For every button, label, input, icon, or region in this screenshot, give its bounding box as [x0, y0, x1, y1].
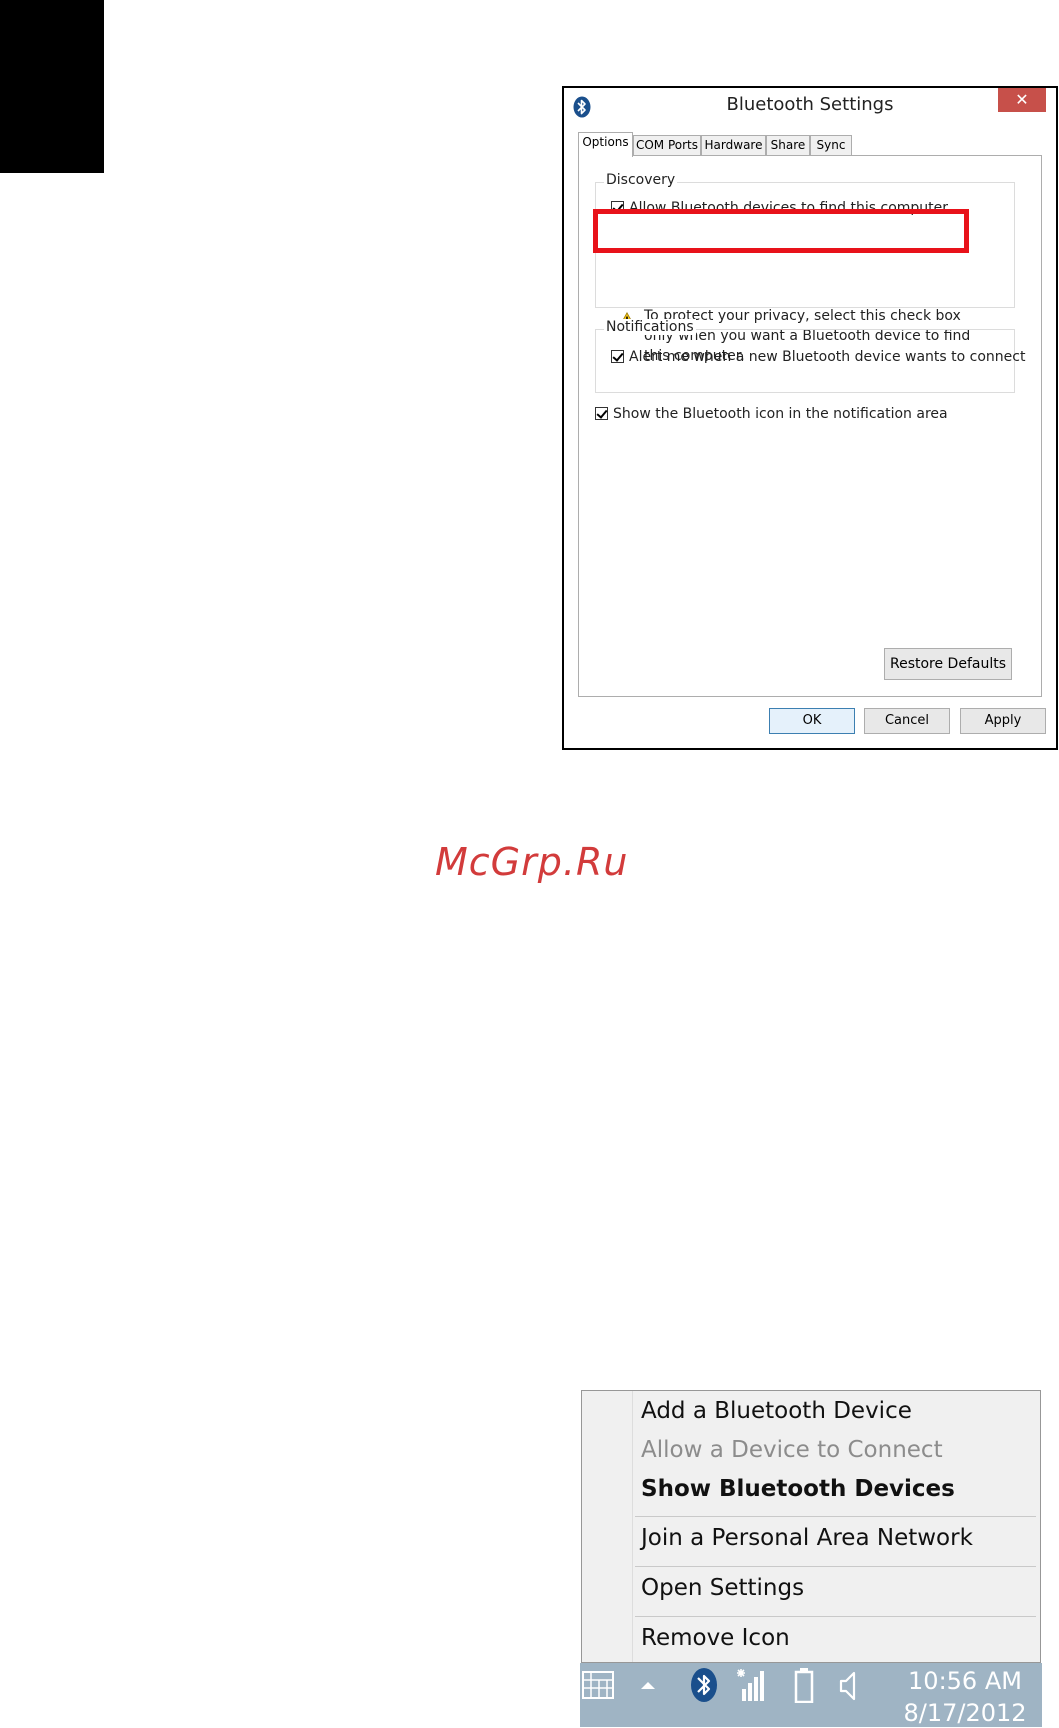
cancel-button[interactable]: Cancel — [864, 708, 950, 734]
menu-item-allow-connect: Allow a Device to Connect — [641, 1437, 943, 1463]
show-icon-checkbox[interactable] — [595, 407, 608, 420]
alert-row[interactable]: Alert me when a new Bluetooth device wan… — [611, 349, 1025, 365]
notifications-legend: Notifications — [604, 319, 696, 335]
discovery-legend: Discovery — [604, 172, 678, 188]
keyboard-icon[interactable] — [582, 1669, 614, 1701]
tab-options[interactable]: Options — [578, 132, 633, 157]
menu-separator — [635, 1616, 1036, 1617]
title-bar[interactable]: Bluetooth Settings ✕ — [564, 88, 1056, 124]
menu-item-join-pan[interactable]: Join a Personal Area Network — [641, 1525, 973, 1551]
speaker-icon[interactable] — [838, 1669, 858, 1703]
taskbar-tray: 10:56 AM 8/17/2012 — [580, 1663, 1042, 1727]
clock-time[interactable]: 10:56 AM — [895, 1666, 1035, 1696]
menu-item-open-settings[interactable]: Open Settings — [641, 1575, 804, 1601]
tab-hardware[interactable]: Hardware — [701, 135, 766, 155]
tab-share[interactable]: Share — [766, 135, 810, 155]
black-page-tab — [0, 0, 104, 173]
menu-item-show-devices[interactable]: Show Bluetooth Devices — [641, 1476, 955, 1502]
bluetooth-settings-dialog: Bluetooth Settings ✕ Options COM Ports H… — [562, 86, 1058, 750]
close-button[interactable]: ✕ — [998, 88, 1046, 112]
bluetooth-icon[interactable] — [690, 1667, 718, 1703]
tab-sync[interactable]: Sync — [810, 135, 852, 155]
highlight-frame — [593, 209, 969, 253]
watermark-text: McGrp.Ru — [435, 840, 629, 884]
apply-button[interactable]: Apply — [960, 708, 1046, 734]
network-signal-icon[interactable] — [735, 1667, 765, 1703]
alert-checkbox[interactable] — [611, 350, 624, 363]
show-icon-label: Show the Bluetooth icon in the notificat… — [613, 406, 948, 422]
clock-date[interactable]: 8/17/2012 — [895, 1698, 1035, 1728]
menu-item-add-device[interactable]: Add a Bluetooth Device — [641, 1398, 912, 1424]
restore-defaults-button[interactable]: Restore Defaults — [884, 648, 1012, 680]
show-icon-row[interactable]: Show the Bluetooth icon in the notificat… — [595, 406, 948, 422]
menu-item-remove-icon[interactable]: Remove Icon — [641, 1625, 790, 1651]
chevron-up-icon[interactable] — [640, 1679, 656, 1691]
menu-separator — [635, 1516, 1036, 1517]
dialog-title: Bluetooth Settings — [726, 94, 894, 115]
battery-icon[interactable] — [794, 1667, 814, 1703]
alert-label: Alert me when a new Bluetooth device wan… — [629, 349, 1026, 365]
bluetooth-context-menu: Add a Bluetooth Device Allow a Device to… — [581, 1390, 1041, 1663]
menu-gutter — [632, 1391, 633, 1662]
tab-com-ports[interactable]: COM Ports — [633, 135, 701, 155]
ok-button[interactable]: OK — [769, 708, 855, 734]
close-icon: ✕ — [1015, 90, 1029, 109]
menu-separator — [635, 1566, 1036, 1567]
